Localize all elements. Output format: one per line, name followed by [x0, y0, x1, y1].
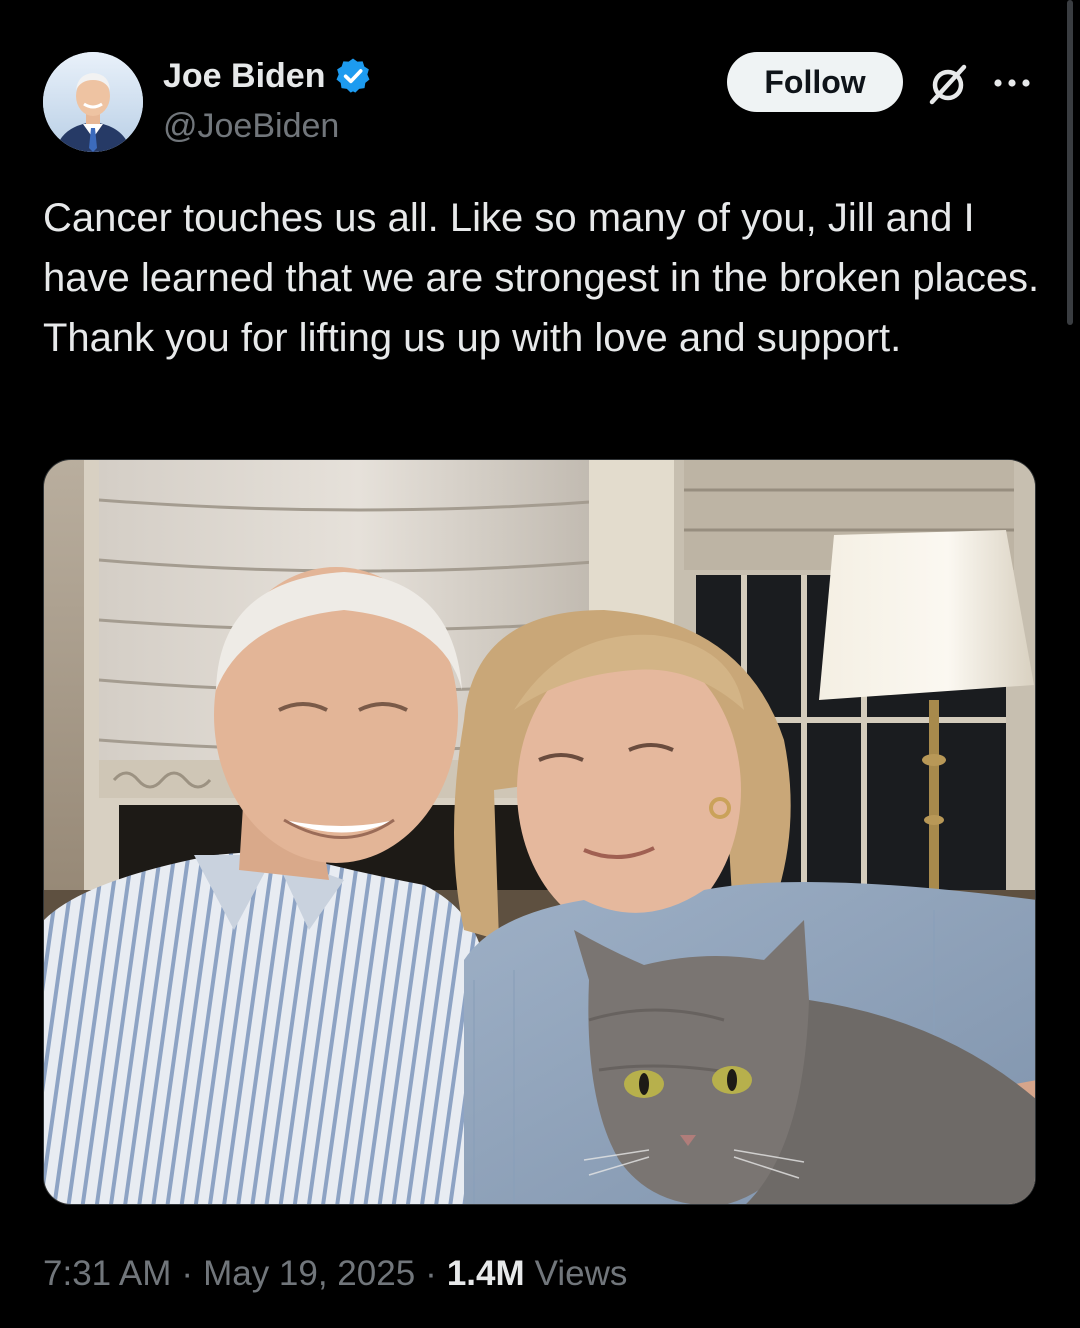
author-display-name[interactable]: Joe Biden [163, 56, 325, 96]
scrollbar[interactable] [1067, 0, 1073, 325]
follow-button[interactable]: Follow [727, 52, 903, 112]
meta-separator: · [425, 1254, 437, 1293]
author-handle[interactable]: @JoeBiden [163, 106, 339, 146]
views-label[interactable]: Views [535, 1252, 628, 1296]
meta-separator: · [181, 1254, 194, 1293]
author-avatar[interactable] [43, 52, 143, 152]
tweet-time[interactable]: 7:31 AM [43, 1252, 171, 1296]
tweet-date[interactable]: May 19, 2025 [203, 1252, 415, 1296]
views-count[interactable]: 1.4M [447, 1252, 525, 1296]
tweet-meta: 7:31 AM · May 19, 2025 · 1.4M Views [43, 1252, 627, 1296]
grok-icon[interactable] [926, 62, 970, 106]
author-name-row[interactable]: Joe Biden [163, 56, 373, 96]
verified-badge-icon [333, 56, 373, 96]
tweet-photo[interactable] [43, 459, 1036, 1205]
more-options-icon[interactable] [990, 70, 1034, 96]
tweet-text: Cancer touches us all. Like so many of y… [43, 196, 1040, 360]
tweet-card: Joe Biden @JoeBiden Follow Cancer touche… [0, 0, 1080, 1328]
